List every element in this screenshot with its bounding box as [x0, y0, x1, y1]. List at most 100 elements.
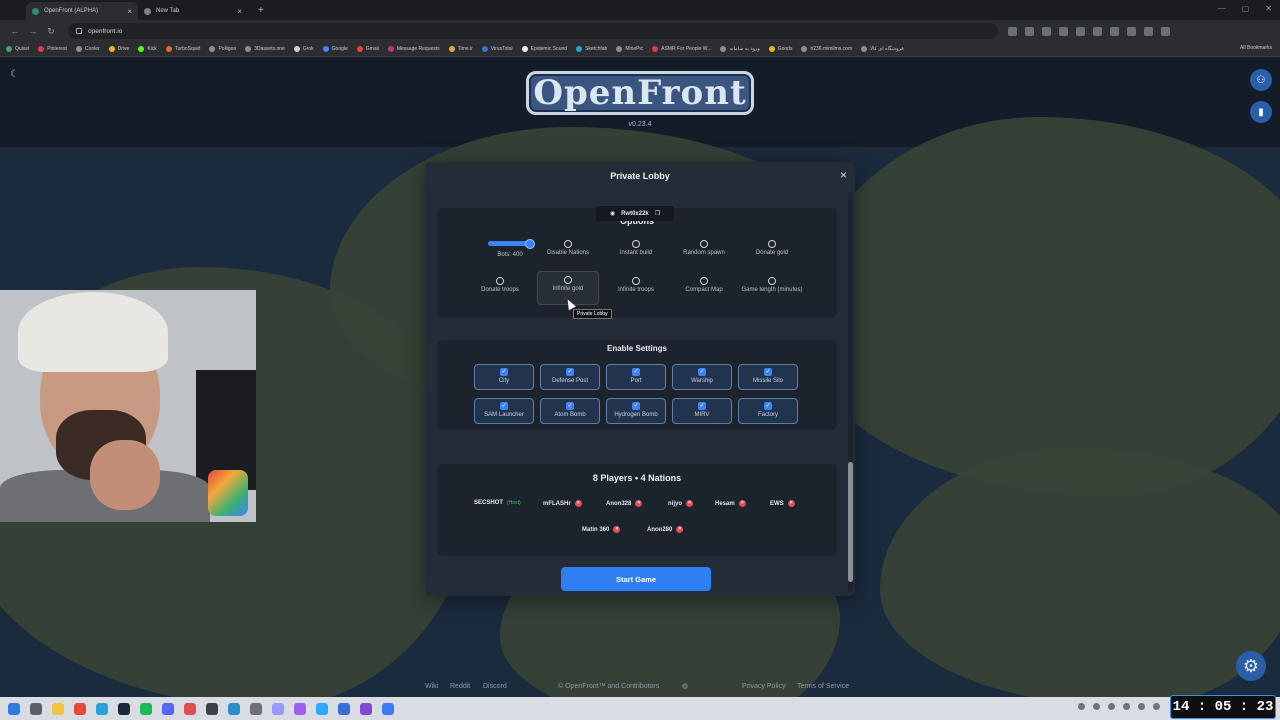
app-icon[interactable] [250, 702, 262, 715]
maximize-icon[interactable]: ▢ [1242, 4, 1250, 13]
premiere-icon[interactable] [294, 702, 306, 715]
app-icon[interactable] [360, 702, 372, 715]
unit-toggle-port[interactable]: ✓ Port [606, 364, 666, 390]
close-tab-icon[interactable]: × [237, 7, 242, 16]
checkbox[interactable] [768, 277, 776, 285]
bookmark-item[interactable]: Pinterest [38, 46, 67, 52]
close-icon[interactable]: × [840, 168, 847, 182]
telegram-icon[interactable] [96, 702, 108, 715]
bookmark-item[interactable]: h236.mimilms.com [801, 46, 852, 52]
unit-toggle-missile-silo[interactable]: ✓ Missile Silo [738, 364, 798, 390]
tray-icon[interactable] [1123, 703, 1130, 710]
kick-player-icon[interactable]: × [787, 500, 795, 507]
minimize-icon[interactable]: — [1218, 4, 1226, 13]
bookmark-item[interactable]: Gmail [356, 46, 379, 52]
new-tab-plus-icon[interactable]: + [258, 5, 264, 16]
github-icon[interactable]: ◍ [682, 682, 688, 690]
game-length-option[interactable]: Game length (minutes) [741, 273, 803, 307]
scrollbar-thumb[interactable] [848, 462, 853, 582]
checkbox[interactable] [632, 277, 640, 285]
discord-icon[interactable] [162, 702, 174, 715]
url-field[interactable]: openfront.io [68, 23, 998, 39]
close-window-icon[interactable]: ✕ [1265, 4, 1272, 13]
privacy-policy-link[interactable]: Privacy Policy [742, 683, 786, 690]
all-bookmarks-button[interactable]: All Bookmarks [1240, 45, 1272, 51]
forward-arrow-icon[interactable]: → [24, 26, 42, 36]
kick-player-icon[interactable]: × [574, 500, 582, 507]
bookmark-item[interactable]: Sketchfab [576, 46, 607, 52]
search-icon[interactable] [30, 702, 42, 715]
bookmark-item[interactable]: Message Requests [387, 46, 440, 52]
kick-player-icon[interactable]: × [676, 526, 684, 533]
file-explorer-icon[interactable] [52, 702, 64, 715]
app-icon[interactable] [228, 702, 240, 715]
bookmark-item[interactable]: TurboSquid [165, 46, 200, 52]
tray-icon[interactable] [1153, 703, 1160, 710]
bookmark-item[interactable]: Cooler [75, 46, 100, 52]
extension-icon[interactable] [1093, 26, 1102, 36]
bookmark-item[interactable]: Drive [108, 46, 129, 52]
checkbox[interactable] [768, 240, 776, 248]
bots-slider-option[interactable]: Bots: 400 [479, 236, 541, 270]
copy-icon[interactable]: ❐ [655, 210, 660, 217]
bookmark-item[interactable]: VirusTotal [481, 46, 513, 52]
checkbox[interactable] [496, 277, 504, 285]
account-icon[interactable]: ⚇ [1250, 69, 1272, 91]
tab-new-tab[interactable]: New Tab × [138, 2, 248, 20]
app-icon[interactable] [206, 702, 218, 715]
extension-icon[interactable] [1127, 26, 1136, 36]
tab-openfront[interactable]: OpenFront (ALPHA) × [26, 2, 138, 20]
reload-icon[interactable]: ↻ [42, 26, 60, 37]
bookmark-item[interactable]: Kick [138, 46, 157, 52]
bookmark-item[interactable]: ASMR For People W... [652, 46, 711, 52]
kick-player-icon[interactable]: × [613, 526, 621, 533]
close-tab-icon[interactable]: × [127, 7, 132, 16]
stats-icon[interactable]: ▮ [1250, 101, 1272, 123]
disable-nations-option[interactable]: Disable Nations [537, 236, 599, 270]
bookmark-item[interactable]: Quixel [6, 46, 29, 52]
site-info-icon[interactable] [76, 28, 82, 34]
extension-icon[interactable] [1025, 26, 1034, 36]
compact-map-option[interactable]: Compact Map [673, 273, 735, 307]
terms-link[interactable]: Terms of Service [797, 683, 849, 690]
infinite-troops-option[interactable]: Infinite troops [605, 273, 667, 307]
bookmark-item[interactable]: ورود به سامانه [720, 46, 760, 52]
extension-icon[interactable] [1076, 26, 1085, 36]
dark-mode-moon-icon[interactable]: ☾ [10, 69, 19, 80]
donate-gold-option[interactable]: Donate gold [741, 236, 803, 270]
unit-toggle-city[interactable]: ✓ City [474, 364, 534, 390]
eye-icon[interactable]: ◉ [610, 210, 615, 217]
steam-icon[interactable] [118, 702, 130, 715]
unit-toggle-atom-bomb[interactable]: ✓ Atom Bomb [540, 398, 600, 424]
bookmark-item[interactable]: 3Dassets.one [245, 46, 285, 52]
start-game-button[interactable]: Start Game [561, 567, 711, 591]
bots-slider[interactable] [488, 239, 535, 249]
tray-icon[interactable] [1078, 703, 1085, 710]
kick-player-icon[interactable]: × [635, 500, 643, 507]
tray-icon[interactable] [1093, 703, 1100, 710]
extension-icon[interactable] [1110, 26, 1119, 36]
tray-icon[interactable] [1138, 703, 1145, 710]
bookmark-item[interactable]: Google [322, 46, 348, 52]
instant-build-option[interactable]: Instant build [605, 236, 667, 270]
tray-icon[interactable] [1108, 703, 1115, 710]
checkbox[interactable] [700, 277, 708, 285]
bookmark-item[interactable]: Goods [768, 46, 792, 52]
photoshop-icon[interactable] [316, 702, 328, 715]
after-effects-icon[interactable] [272, 702, 284, 715]
bookmark-item[interactable]: MinePic [616, 46, 643, 52]
unit-toggle-mirv[interactable]: ✓ MIRV [672, 398, 732, 424]
bookmark-item[interactable]: Poliigon [209, 46, 236, 52]
wiki-link[interactable]: Wiki [425, 683, 438, 690]
unit-toggle-sam-launcher[interactable]: ✓ SAM Launcher [474, 398, 534, 424]
kick-player-icon[interactable]: × [686, 500, 694, 507]
menu-kebab-icon[interactable] [1161, 26, 1170, 36]
checkbox[interactable] [564, 240, 572, 248]
extension-icon[interactable] [1059, 26, 1068, 36]
donate-troops-option[interactable]: Donate troops [469, 273, 531, 307]
settings-gear-icon[interactable]: ⚙ [1236, 651, 1266, 681]
random-spawn-option[interactable]: Random spawn [673, 236, 735, 270]
unit-toggle-factory[interactable]: ✓ Factory [738, 398, 798, 424]
unit-toggle-hydrogen-bomb[interactable]: ✓ Hydrogen Bomb [606, 398, 666, 424]
spotify-icon[interactable] [140, 702, 152, 715]
